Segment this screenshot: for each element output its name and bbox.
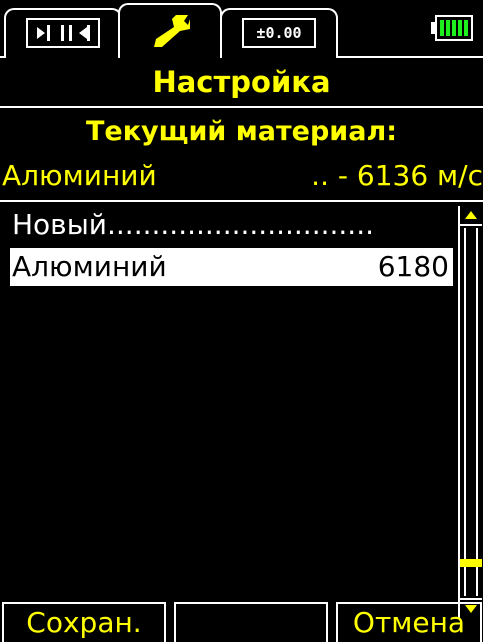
scroll-track[interactable] — [464, 228, 478, 596]
current-material-row: Алюминий .. - 6136 м/с — [0, 156, 483, 196]
list-item-aluminium[interactable]: Алюминий 6180 — [10, 248, 453, 286]
tab-measure-frame — [26, 18, 100, 48]
battery-level — [435, 15, 473, 41]
current-material-name: Алюминий — [2, 159, 157, 192]
save-button[interactable]: Сохран. — [2, 602, 166, 642]
scroll-up-button[interactable] — [460, 206, 482, 226]
scroll-thumb[interactable] — [460, 559, 482, 568]
cancel-button[interactable]: Отмена — [336, 602, 482, 642]
arrow-up-icon — [465, 211, 477, 219]
list-item-label: Новый.............................. — [12, 208, 375, 241]
tab-zero-offset[interactable]: ±0.00 — [220, 8, 338, 58]
list-item-new[interactable]: Новый.............................. — [10, 206, 453, 244]
list-scrollbar[interactable] — [458, 206, 482, 618]
list-item-label: Алюминий — [12, 250, 167, 283]
tab-bar: ±0.00 — [0, 0, 483, 58]
zero-offset-icon: ±0.00 — [256, 24, 302, 42]
middle-softkey[interactable] — [174, 602, 328, 642]
current-material-speed: .. - 6136 м/с — [311, 159, 483, 192]
battery-icon — [431, 15, 473, 41]
materials-list: Новый.............................. Алюм… — [0, 204, 458, 596]
page-title: Настройка — [152, 65, 331, 99]
tab-measure[interactable] — [4, 8, 122, 58]
list-item-value: 6180 — [377, 250, 449, 283]
material-divider — [0, 200, 483, 202]
title-divider — [0, 106, 483, 108]
wrench-icon — [150, 13, 192, 49]
tab-settings[interactable] — [118, 3, 222, 58]
softkey-bar: Сохран. Отмена — [0, 598, 483, 642]
current-material-heading: Текущий материал: — [85, 116, 398, 147]
tab-zero-offset-frame: ±0.00 — [242, 18, 316, 48]
thickness-gauge-icon — [31, 23, 95, 43]
